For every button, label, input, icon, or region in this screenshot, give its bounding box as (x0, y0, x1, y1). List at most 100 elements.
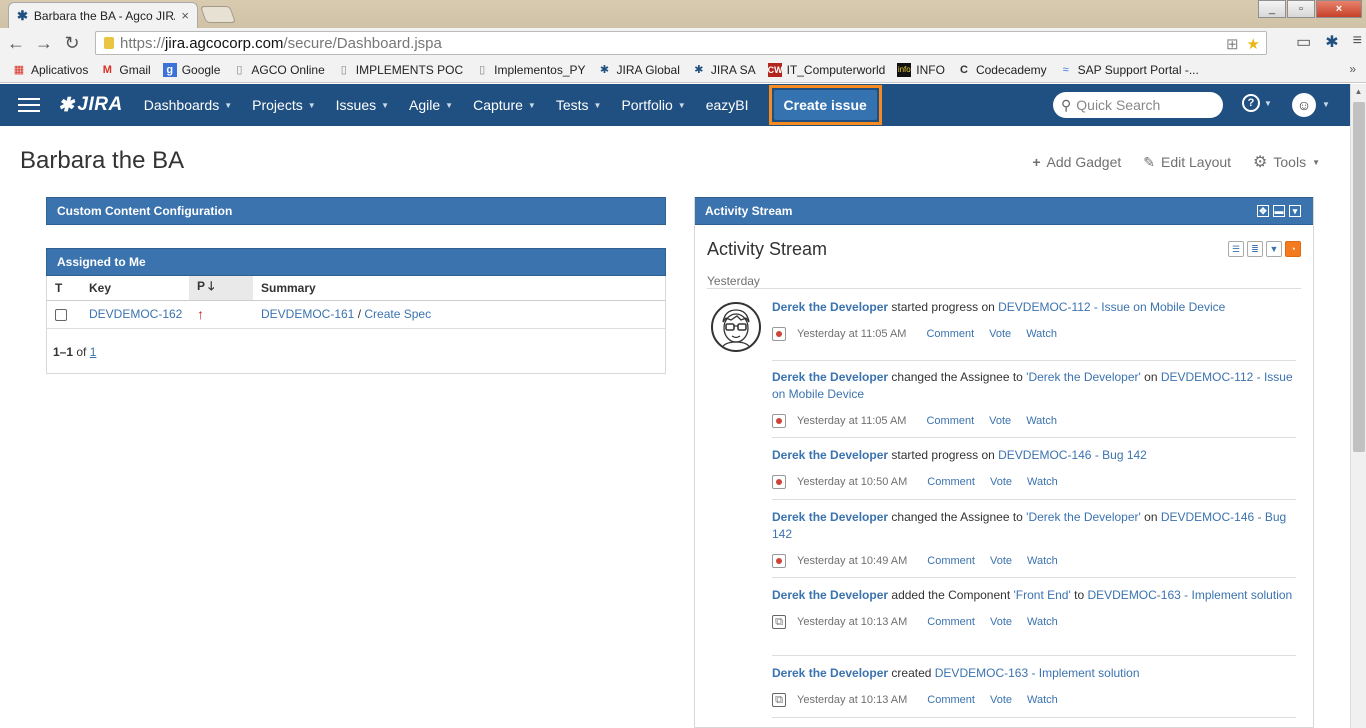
watch-link[interactable]: Watch (1026, 326, 1057, 343)
rss-feed-icon[interactable]: ◔ (1285, 241, 1301, 257)
activity-user-link[interactable]: Derek the Developer (772, 370, 888, 384)
create-issue-button[interactable]: Create issue (773, 90, 877, 120)
activity-user-link[interactable]: Derek the Developer (772, 448, 888, 462)
pagination-total-link[interactable]: 1 (90, 345, 97, 359)
gadget-menu-icon[interactable]: ▾ (1289, 205, 1301, 217)
watch-link[interactable]: Watch (1027, 614, 1058, 631)
bookmark-jira-global[interactable]: ✱ JIRA Global (592, 63, 686, 77)
new-tab-button[interactable] (199, 6, 237, 23)
app-switcher-icon[interactable] (18, 98, 40, 112)
browser-tab[interactable]: ✱ Barbara the BA - Agco JIRA × (8, 2, 198, 28)
activity-issue-link[interactable]: DEVDEMOC-163 - Implement solution (1087, 588, 1292, 602)
comment-link[interactable]: Comment (926, 326, 974, 343)
bookmark-agco-online[interactable]: ▯ AGCO Online (226, 63, 330, 77)
translate-icon[interactable]: ⊞ (1226, 35, 1239, 53)
nav-agile[interactable]: Agile ▼ (399, 84, 463, 126)
tools-menu-button[interactable]: ⚙ Tools ▼ (1253, 152, 1320, 172)
column-key[interactable]: Key (81, 276, 189, 301)
activity-component-link[interactable]: 'Front End' (1014, 588, 1071, 602)
comment-link[interactable]: Comment (927, 692, 975, 709)
gadget-title[interactable]: Custom Content Configuration (46, 197, 666, 225)
activity-user-link[interactable]: Derek the Developer (772, 588, 888, 602)
bookmark-sap-support[interactable]: ≈ SAP Support Portal -... (1053, 63, 1205, 77)
minimize-button[interactable]: _ (1258, 0, 1286, 18)
scrollbar-thumb[interactable] (1353, 102, 1365, 452)
nav-issues[interactable]: Issues ▼ (326, 84, 399, 126)
quick-search-input[interactable]: ⚲ Quick Search (1053, 92, 1223, 118)
watch-link[interactable]: Watch (1027, 692, 1058, 709)
user-avatar[interactable] (711, 302, 761, 352)
activity-user-link[interactable]: Derek the Developer (772, 666, 888, 680)
activity-user-link[interactable]: Derek the Developer (772, 510, 888, 524)
summary-link[interactable]: Create Spec (364, 307, 431, 321)
maximize-button[interactable]: ▫ (1287, 0, 1315, 18)
nav-capture[interactable]: Capture ▼ (463, 84, 546, 126)
column-priority[interactable]: P 🡓 (189, 276, 253, 301)
bookmark-it-computerworld[interactable]: CW IT_Computerworld (762, 63, 892, 77)
chrome-menu-icon[interactable]: ≡ (1353, 32, 1362, 52)
nav-eazybi[interactable]: eazyBI (696, 84, 759, 126)
bookmark-aplicativos[interactable]: ▦ Aplicativos (6, 63, 94, 77)
page-scrollbar[interactable]: ▲ (1350, 84, 1366, 728)
nav-dashboards[interactable]: Dashboards ▼ (134, 84, 242, 126)
activity-assignee-link[interactable]: 'Derek the Developer' (1026, 370, 1141, 384)
vote-link[interactable]: Vote (989, 413, 1011, 430)
nav-label: Issues (335, 97, 377, 113)
comment-link[interactable]: Comment (927, 614, 975, 631)
nav-projects[interactable]: Projects ▼ (242, 84, 326, 126)
nav-portfolio[interactable]: Portfolio ▼ (611, 84, 695, 126)
forward-button[interactable]: → (30, 29, 58, 57)
column-summary[interactable]: Summary (253, 276, 665, 301)
vote-link[interactable]: Vote (990, 692, 1012, 709)
filter-icon[interactable]: ▼ (1266, 241, 1282, 257)
cast-icon[interactable]: ▭ (1296, 32, 1311, 52)
bookmarks-overflow-icon[interactable]: » (1349, 62, 1356, 76)
gadget-title[interactable]: Assigned to Me (46, 248, 666, 276)
nav-tests[interactable]: Tests ▼ (546, 84, 612, 126)
watch-link[interactable]: Watch (1026, 413, 1057, 430)
bookmark-implementos-py[interactable]: ▯ Implementos_PY (469, 63, 591, 77)
vote-link[interactable]: Vote (990, 553, 1012, 570)
scroll-up-icon[interactable]: ▲ (1351, 84, 1366, 100)
gadget-title[interactable]: Activity Stream ✥ ▬ ▾ (695, 197, 1313, 225)
activity-user-link[interactable]: Derek the Developer (772, 300, 888, 314)
activity-assignee-link[interactable]: 'Derek the Developer' (1026, 510, 1141, 524)
comment-link[interactable]: Comment (927, 553, 975, 570)
comment-link[interactable]: Comment (926, 413, 974, 430)
move-icon[interactable]: ✥ (1257, 205, 1269, 217)
close-window-button[interactable]: × (1316, 0, 1362, 18)
jira-extension-icon[interactable]: ✱ (1325, 32, 1338, 52)
column-type[interactable]: T (47, 276, 81, 301)
user-avatar[interactable]: ☺ (1292, 93, 1316, 117)
maximize-icon[interactable]: ▬ (1273, 205, 1285, 217)
tab-close-icon[interactable]: × (181, 8, 189, 23)
comment-link[interactable]: Comment (927, 474, 975, 491)
bookmark-jira-sa[interactable]: ✱ JIRA SA (686, 63, 762, 77)
parent-issue-link[interactable]: DEVDEMOC-161 (261, 307, 354, 321)
bookmark-codecademy[interactable]: C Codecademy (951, 63, 1053, 77)
issue-key-link[interactable]: DEVDEMOC-162 (81, 300, 189, 329)
full-view-icon[interactable]: ☰ (1228, 241, 1244, 257)
jira-logo[interactable]: ✱ JIRA (58, 94, 123, 117)
watch-link[interactable]: Watch (1027, 553, 1058, 570)
watch-link[interactable]: Watch (1027, 474, 1058, 491)
add-gadget-button[interactable]: + Add Gadget (1032, 152, 1121, 172)
chevron-down-icon[interactable]: ▼ (1322, 100, 1330, 109)
bookmark-star-icon[interactable]: ★ (1247, 35, 1260, 53)
reload-button[interactable]: ↻ (58, 29, 86, 57)
back-button[interactable]: ← (2, 29, 30, 57)
bookmark-info[interactable]: info INFO (891, 63, 951, 77)
activity-issue-link[interactable]: DEVDEMOC-146 - Bug 142 (998, 448, 1147, 462)
address-bar[interactable]: https://jira.agcocorp.com/secure/Dashboa… (95, 31, 1267, 55)
bookmark-google[interactable]: g Google (157, 63, 227, 77)
list-view-icon[interactable]: ≣ (1247, 241, 1263, 257)
help-menu[interactable]: ? ▼ (1242, 94, 1272, 112)
activity-issue-link[interactable]: DEVDEMOC-112 - Issue on Mobile Device (998, 300, 1225, 314)
vote-link[interactable]: Vote (990, 614, 1012, 631)
bookmark-implements-poc[interactable]: ▯ IMPLEMENTS POC (331, 63, 469, 77)
activity-issue-link[interactable]: DEVDEMOC-163 - Implement solution (935, 666, 1140, 680)
edit-layout-button[interactable]: ✎ Edit Layout (1143, 152, 1231, 172)
bookmark-gmail[interactable]: M Gmail (94, 63, 156, 77)
vote-link[interactable]: Vote (990, 474, 1012, 491)
vote-link[interactable]: Vote (989, 326, 1011, 343)
